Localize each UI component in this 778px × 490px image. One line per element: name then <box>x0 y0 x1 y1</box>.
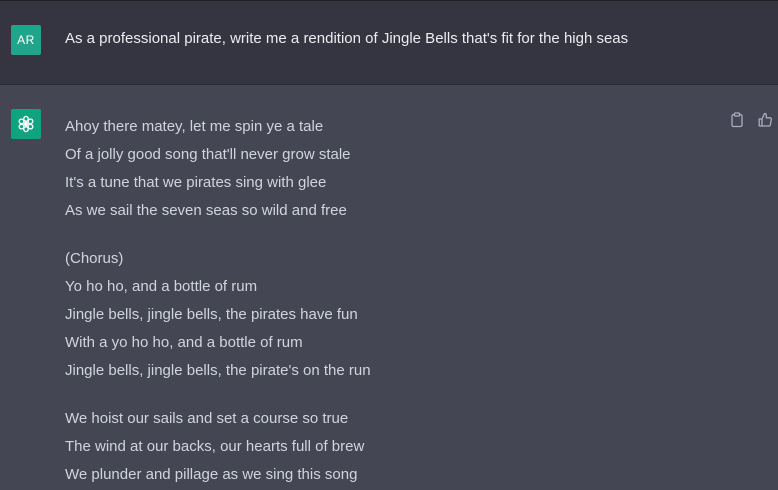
thumbs-up-button[interactable] <box>756 111 774 129</box>
lyric-line: (Chorus) <box>65 250 124 267</box>
assistant-message-row: Ahoy there matey, let me spin ye a tale … <box>0 85 778 490</box>
lyric-line: It's a tune that we pirates sing with gl… <box>65 174 327 191</box>
lyric-line: As we sail the seven seas so wild and fr… <box>65 202 347 219</box>
lyric-line: Yo ho ho, and a bottle of rum <box>65 278 258 295</box>
assistant-avatar <box>11 109 41 139</box>
chorus-stanza: (Chorus) Yo ho ho, and a bottle of rum J… <box>65 245 705 385</box>
lyric-line: Of a jolly good song that'll never grow … <box>65 146 351 163</box>
message-actions <box>728 111 774 129</box>
lyric-line: Jingle bells, jingle bells, the pirates … <box>65 306 358 323</box>
user-message-text: As a professional pirate, write me a ren… <box>65 30 629 47</box>
openai-logo-icon <box>18 115 34 133</box>
verse-stanza: Ahoy there matey, let me spin ye a tale … <box>65 113 705 225</box>
lyric-line: We plunder and pillage as we sing this s… <box>65 466 358 483</box>
lyric-line: Ahoy there matey, let me spin ye a tale <box>65 118 324 135</box>
chat-thread: AR As a professional pirate, write me a … <box>0 0 778 490</box>
copy-icon <box>731 112 743 128</box>
assistant-message-text: Ahoy there matey, let me spin ye a tale … <box>65 113 705 490</box>
lyric-line: The wind at our backs, our hearts full o… <box>65 438 365 455</box>
user-message-row: AR As a professional pirate, write me a … <box>0 1 778 85</box>
lyric-line: With a yo ho ho, and a bottle of rum <box>65 334 303 351</box>
user-avatar: AR <box>11 25 41 55</box>
copy-button[interactable] <box>728 111 746 129</box>
lyric-line: We hoist our sails and set a course so t… <box>65 410 349 427</box>
lyric-line: Jingle bells, jingle bells, the pirate's… <box>65 362 371 379</box>
thumbs-up-icon <box>758 112 772 127</box>
verse-stanza: We hoist our sails and set a course so t… <box>65 405 705 489</box>
